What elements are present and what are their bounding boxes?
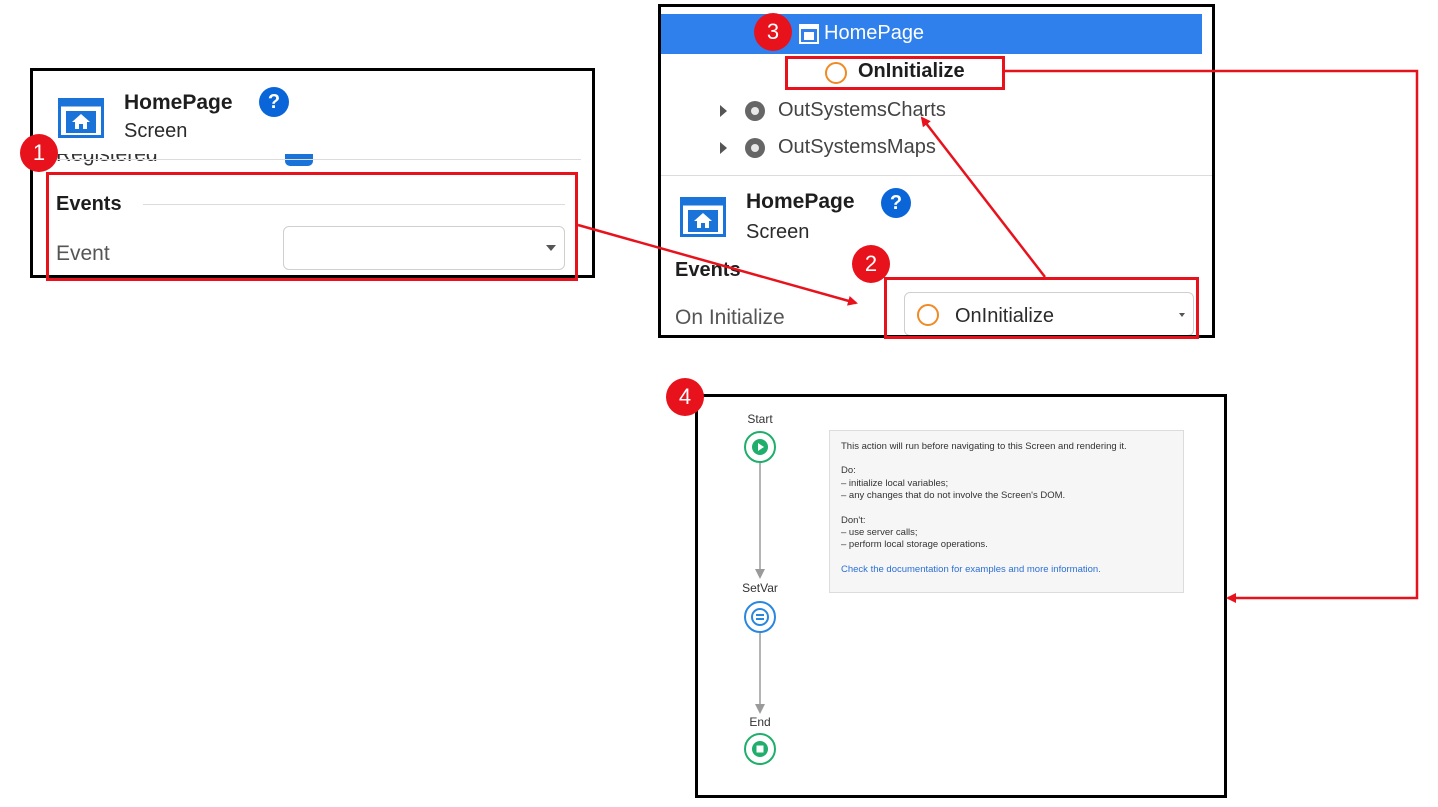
badge-2: 2 xyxy=(852,245,890,283)
annotation-arrows xyxy=(577,69,1419,714)
arrow-1-to-2 xyxy=(577,223,858,306)
badge-3: 3 xyxy=(754,13,792,51)
badge-1: 1 xyxy=(20,134,58,172)
arrow-2-to-3 xyxy=(920,116,1046,278)
badge-4: 4 xyxy=(666,378,704,416)
arrow-3-to-4 xyxy=(1005,69,1419,603)
